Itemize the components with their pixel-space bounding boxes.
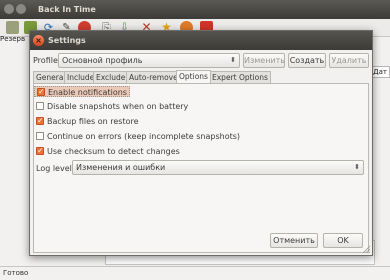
settings-dialog: × Settings Profile: Основной профиль ⬍ И…: [29, 30, 373, 256]
option-label: Enable notifications: [48, 88, 127, 97]
main-titlebar: Back In Time: [0, 0, 390, 19]
profile-select-value: Основной профиль: [62, 56, 143, 65]
ok-button[interactable]: OK: [323, 233, 363, 248]
tab-auto-remove[interactable]: Auto-remove: [126, 71, 181, 83]
log-level-value: Изменения и ошибки: [76, 163, 166, 172]
settings-tabs: General Include Exclude Auto-remove Opti…: [33, 70, 369, 83]
window-minimize-icon[interactable]: [16, 4, 26, 14]
profile-label: Profile:: [33, 56, 61, 65]
option-label: Continue on errors (keep incomplete snap…: [47, 132, 241, 141]
status-bar: Готово: [0, 266, 390, 280]
delete-profile-button[interactable]: Удалить: [329, 53, 369, 68]
left-pane-label: Резерв: [0, 35, 26, 43]
option-label: Disable snapshots when on battery: [47, 102, 189, 111]
dialog-titlebar: × Settings: [30, 31, 372, 50]
checkbox-checked-icon: [37, 86, 45, 97]
resize-grip-icon[interactable]: [362, 245, 370, 253]
log-level-select[interactable]: Изменения и ошибки ⬍: [72, 160, 364, 175]
checkbox-checked-icon: [36, 115, 44, 126]
profile-row: Profile: Основной профиль ⬍ Изменить Соз…: [33, 53, 369, 68]
enable-notifications-checkbox[interactable]: Enable notifications: [34, 86, 130, 97]
window-close-icon[interactable]: [4, 4, 14, 14]
create-profile-button[interactable]: Создать: [288, 53, 326, 68]
checkbox-checked-icon: [36, 145, 44, 156]
options-panel: Enable notifications Disable snapshots w…: [33, 83, 369, 253]
log-level-label: Log level:: [36, 164, 75, 173]
checkbox-unchecked-icon: [36, 131, 44, 140]
disable-on-battery-checkbox[interactable]: Disable snapshots when on battery: [36, 101, 188, 112]
tab-exclude[interactable]: Exclude: [93, 71, 129, 83]
backup-on-restore-checkbox[interactable]: Backup files on restore: [36, 115, 139, 127]
option-label: Backup files on restore: [47, 117, 139, 126]
use-checksum-checkbox[interactable]: Use checksum to detect changes: [36, 145, 180, 157]
option-label: Use checksum to detect changes: [47, 147, 180, 156]
checkbox-unchecked-icon: [36, 101, 44, 110]
cancel-button[interactable]: Отменить: [270, 233, 318, 248]
main-window-title: Back In Time: [38, 5, 96, 14]
dialog-close-icon[interactable]: ×: [33, 35, 44, 46]
tab-expert-options[interactable]: Expert Options: [209, 71, 271, 83]
tab-options[interactable]: Options: [176, 70, 211, 83]
take-snapshot-icon[interactable]: [6, 21, 19, 34]
chevron-updown-icon: ⬍: [354, 163, 360, 171]
continue-on-errors-checkbox[interactable]: Continue on errors (keep incomplete snap…: [36, 131, 240, 142]
edit-profile-button[interactable]: Изменить: [243, 53, 285, 68]
chevron-updown-icon: ⬍: [230, 56, 236, 64]
profile-select[interactable]: Основной профиль ⬍: [58, 53, 240, 68]
right-pane-tab[interactable]: Дат: [370, 66, 390, 78]
dialog-title: Settings: [48, 36, 86, 45]
